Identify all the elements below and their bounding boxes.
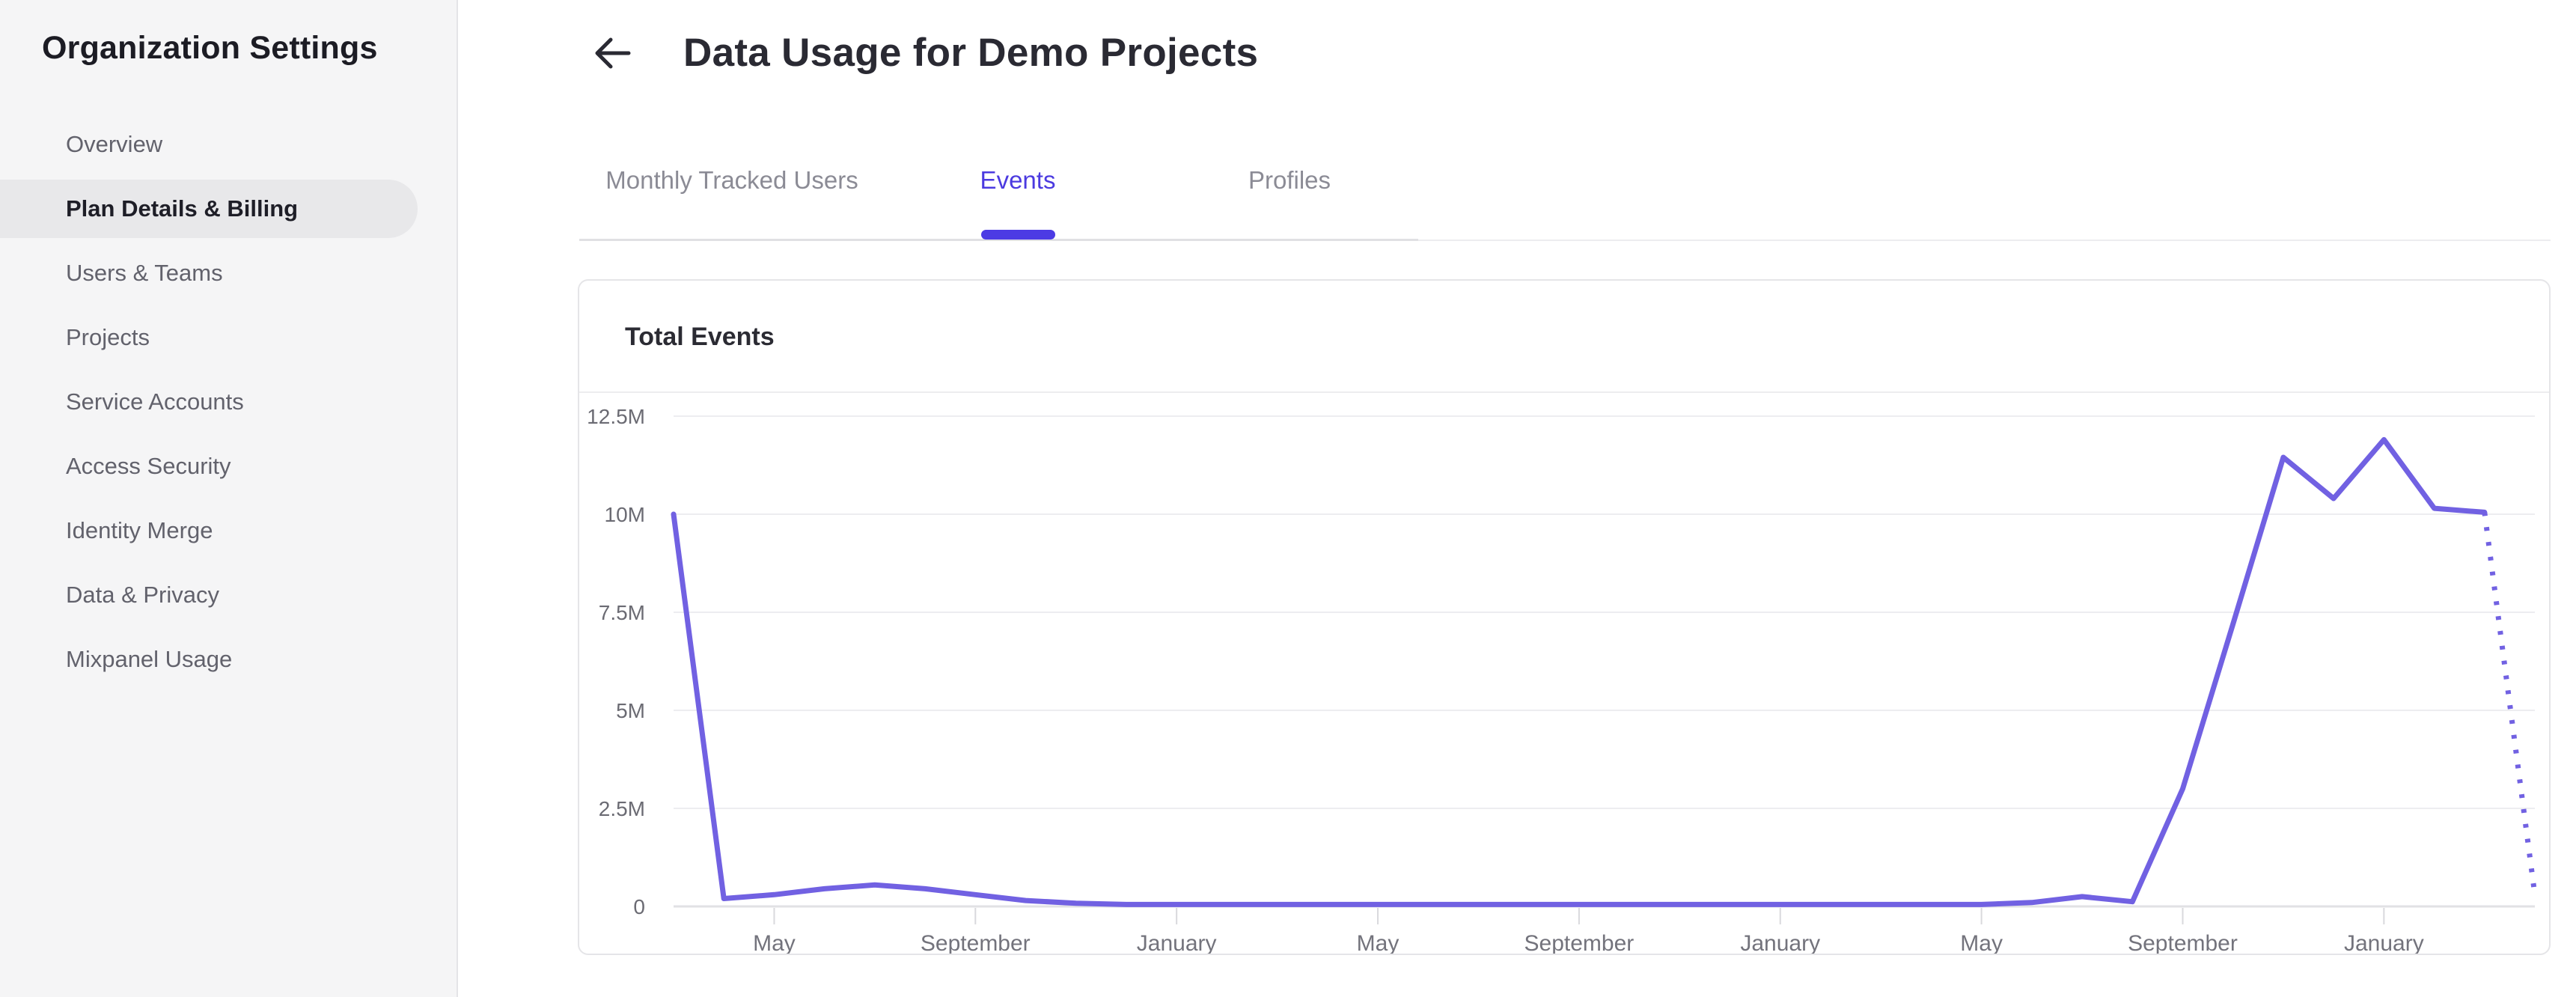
svg-text:January: January bbox=[2344, 931, 2424, 954]
svg-text:2.5M: 2.5M bbox=[599, 797, 645, 820]
sidebar-item-projects[interactable]: Projects bbox=[0, 305, 457, 370]
chart-area: 0 2.5M 5M 7.5M 10M 12.5M May September January Ma… bbox=[579, 393, 2549, 954]
sidebar-item-service-accounts[interactable]: Service Accounts bbox=[0, 370, 457, 434]
total-events-card: Total Events 0 2.5M 5M 7.5M 10M 12.5M May Septe… bbox=[578, 279, 2551, 955]
svg-text:0: 0 bbox=[633, 895, 645, 918]
sidebar-item-plan-details-billing[interactable]: Plan Details & Billing bbox=[0, 177, 457, 241]
sidebar-title: Organization Settings bbox=[42, 30, 378, 66]
svg-text:January: January bbox=[1740, 931, 1820, 954]
sidebar-nav: Overview Plan Details & Billing Users & … bbox=[0, 112, 457, 692]
svg-text:May: May bbox=[753, 931, 796, 954]
active-tab-indicator bbox=[981, 230, 1055, 240]
tab-bar: Monthly Tracked Users Events Profiles bbox=[458, 0, 2576, 247]
card-title: Total Events bbox=[625, 323, 775, 351]
svg-text:5M: 5M bbox=[616, 699, 645, 722]
sidebar-item-identity-merge[interactable]: Identity Merge bbox=[0, 498, 457, 563]
page: { "sidebar": { "title": "Organization Se… bbox=[0, 0, 2576, 997]
card-header: Total Events bbox=[579, 281, 2549, 393]
sidebar-item-mixpanel-usage[interactable]: Mixpanel Usage bbox=[0, 627, 457, 692]
total-events-chart: 0 2.5M 5M 7.5M 10M 12.5M May September January Ma… bbox=[587, 405, 2538, 954]
svg-text:7.5M: 7.5M bbox=[599, 601, 645, 624]
svg-text:September: September bbox=[1524, 931, 1635, 954]
sidebar: Organization Settings Overview Plan Deta… bbox=[0, 0, 458, 997]
sidebar-item-access-security[interactable]: Access Security bbox=[0, 434, 457, 498]
svg-text:10M: 10M bbox=[605, 503, 645, 526]
sidebar-item-users-teams[interactable]: Users & Teams bbox=[0, 241, 457, 305]
svg-text:May: May bbox=[1960, 931, 2003, 954]
svg-text:May: May bbox=[1357, 931, 1400, 954]
sidebar-item-overview[interactable]: Overview bbox=[0, 112, 457, 177]
tab-monthly-tracked-users[interactable]: Monthly Tracked Users bbox=[605, 166, 858, 195]
svg-text:September: September bbox=[921, 931, 1031, 954]
tab-events[interactable]: Events bbox=[980, 166, 1056, 195]
main-content: Data Usage for Demo Projects Monthly Tra… bbox=[458, 0, 2576, 997]
sidebar-item-data-privacy[interactable]: Data & Privacy bbox=[0, 563, 457, 627]
svg-text:12.5M: 12.5M bbox=[587, 405, 645, 428]
svg-text:January: January bbox=[1137, 931, 1217, 954]
tab-profiles[interactable]: Profiles bbox=[1248, 166, 1331, 195]
svg-text:September: September bbox=[2128, 931, 2238, 954]
